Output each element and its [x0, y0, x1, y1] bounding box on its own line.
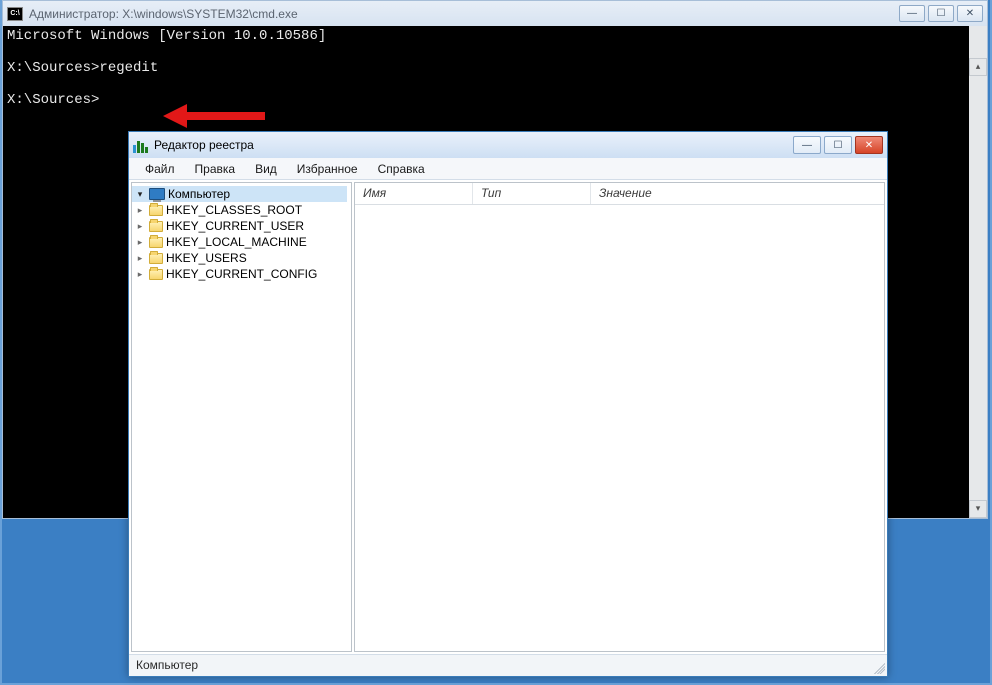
registry-listview[interactable]: Имя Тип Значение	[354, 182, 885, 652]
tree-label-computer: Компьютер	[168, 187, 230, 201]
menu-file[interactable]: Файл	[135, 160, 185, 178]
registry-tree[interactable]: Компьютер HKEY_CLASSES_ROOT HKEY_CURRENT…	[131, 182, 352, 652]
tree-label: HKEY_CURRENT_USER	[166, 219, 304, 233]
menu-favorites[interactable]: Избранное	[287, 160, 368, 178]
expander-icon[interactable]	[134, 189, 146, 200]
expander-icon[interactable]	[134, 253, 146, 264]
scroll-up-button[interactable]: ▴	[969, 58, 987, 76]
regedit-icon	[133, 137, 149, 153]
regedit-window: Редактор реестра — ☐ ✕ Файл Правка Вид И…	[128, 131, 888, 677]
regedit-statusbar: Компьютер	[129, 654, 887, 676]
regedit-close-button[interactable]: ✕	[855, 136, 883, 154]
regedit-maximize-button[interactable]: ☐	[824, 136, 852, 154]
cmd-prompt-2: X:\Sources>	[7, 92, 99, 108]
status-text: Компьютер	[136, 658, 198, 672]
tree-label: HKEY_CURRENT_CONFIG	[166, 267, 317, 281]
cmd-command: regedit	[99, 60, 158, 76]
menu-help[interactable]: Справка	[368, 160, 435, 178]
folder-icon	[149, 237, 163, 248]
expander-icon[interactable]	[134, 269, 146, 280]
cmd-icon: C:\	[7, 7, 23, 21]
menu-view[interactable]: Вид	[245, 160, 287, 178]
menu-edit[interactable]: Правка	[185, 160, 246, 178]
size-grip[interactable]	[871, 660, 885, 674]
tree-node-hkcr[interactable]: HKEY_CLASSES_ROOT	[132, 202, 347, 218]
listview-header: Имя Тип Значение	[355, 183, 884, 205]
regedit-titlebar[interactable]: Редактор реестра — ☐ ✕	[129, 132, 887, 158]
cmd-title: Администратор: X:\windows\SYSTEM32\cmd.e…	[29, 7, 298, 21]
tree-node-hkcc[interactable]: HKEY_CURRENT_CONFIG	[132, 266, 347, 282]
cmd-titlebar[interactable]: C:\ Администратор: X:\windows\SYSTEM32\c…	[3, 1, 987, 26]
cmd-scrollbar[interactable]: ▴ ▾	[969, 26, 987, 518]
expander-icon[interactable]	[134, 237, 146, 248]
column-value[interactable]: Значение	[591, 183, 884, 204]
tree-node-hku[interactable]: HKEY_USERS	[132, 250, 347, 266]
minimize-button[interactable]: —	[899, 5, 925, 22]
tree-node-hkcu[interactable]: HKEY_CURRENT_USER	[132, 218, 347, 234]
scroll-down-button[interactable]: ▾	[969, 500, 987, 518]
folder-icon	[149, 205, 163, 216]
regedit-menubar: Файл Правка Вид Избранное Справка	[129, 158, 887, 180]
expander-icon[interactable]	[134, 221, 146, 232]
tree-node-hklm[interactable]: HKEY_LOCAL_MACHINE	[132, 234, 347, 250]
regedit-content: Компьютер HKEY_CLASSES_ROOT HKEY_CURRENT…	[129, 180, 887, 654]
column-type[interactable]: Тип	[473, 183, 591, 204]
folder-icon	[149, 253, 163, 264]
expander-icon[interactable]	[134, 205, 146, 216]
tree-label: HKEY_LOCAL_MACHINE	[166, 235, 307, 249]
computer-icon	[149, 188, 165, 200]
cmd-line-version: Microsoft Windows [Version 10.0.10586]	[7, 28, 326, 44]
folder-icon	[149, 269, 163, 280]
regedit-minimize-button[interactable]: —	[793, 136, 821, 154]
tree-node-computer[interactable]: Компьютер	[132, 186, 347, 202]
close-button[interactable]: ✕	[957, 5, 983, 22]
annotation-arrow	[163, 104, 273, 128]
tree-label: HKEY_CLASSES_ROOT	[166, 203, 302, 217]
column-name[interactable]: Имя	[355, 183, 473, 204]
cmd-prompt-1: X:\Sources>	[7, 60, 99, 76]
regedit-title: Редактор реестра	[154, 138, 254, 152]
tree-label: HKEY_USERS	[166, 251, 247, 265]
maximize-button[interactable]: ☐	[928, 5, 954, 22]
folder-icon	[149, 221, 163, 232]
